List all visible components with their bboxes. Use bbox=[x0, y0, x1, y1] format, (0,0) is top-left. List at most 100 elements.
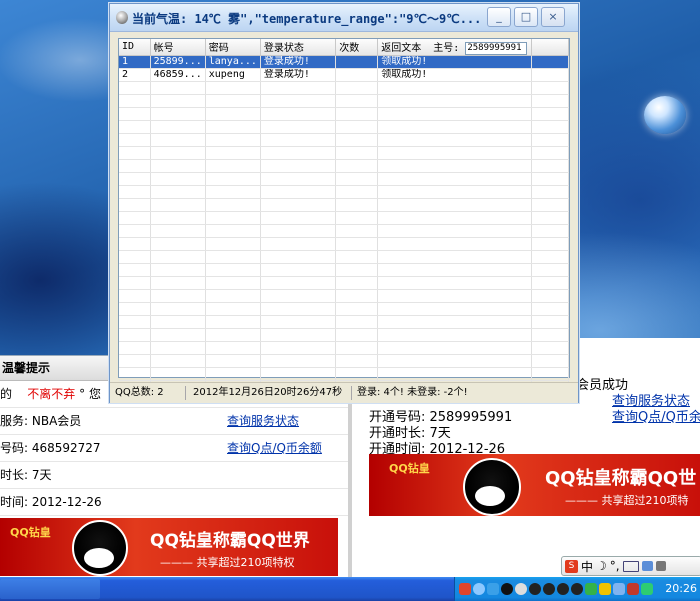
window-divider bbox=[348, 398, 352, 578]
qq-diamond-banner-left[interactable]: QQ钻皇 QQ钻皇称霸QQ世界 ——— 共享超过210项特权 bbox=[0, 518, 338, 576]
shield-tray-icon[interactable] bbox=[599, 583, 611, 595]
duration-text: 时长: 7天 bbox=[0, 468, 52, 482]
ime-chinese-mode[interactable]: 中 bbox=[581, 558, 593, 575]
sogou-icon[interactable]: S bbox=[565, 559, 578, 573]
empty-cell bbox=[205, 367, 261, 381]
table-row[interactable]: 2 46859... xupeng 登录成功! 领取成功! bbox=[119, 68, 569, 82]
qq-penguin-icon-1[interactable] bbox=[501, 583, 513, 595]
empty-cell bbox=[260, 94, 337, 108]
table-row[interactable]: 1 25899... lanya... 登录成功! 领取成功! bbox=[119, 55, 569, 69]
empty-cell bbox=[150, 146, 206, 160]
empty-table-row bbox=[119, 315, 569, 329]
empty-cell bbox=[377, 315, 533, 329]
empty-cell bbox=[150, 198, 206, 212]
query-balance-link-right[interactable]: 查询Q点/Q币余 bbox=[612, 406, 700, 425]
sogou-tray-icon[interactable] bbox=[459, 583, 471, 595]
empty-table-row bbox=[119, 237, 569, 251]
empty-table-row bbox=[119, 289, 569, 303]
empty-cell bbox=[531, 94, 569, 108]
account-grid[interactable]: ID 帐号 密码 登录状态 次数 返回文本 主号: 1 25899... la bbox=[118, 38, 570, 394]
qq-penguin-icon-4[interactable] bbox=[557, 583, 569, 595]
keyboard-icon[interactable] bbox=[622, 560, 639, 572]
empty-cell bbox=[205, 237, 261, 251]
antivirus-tray-icon[interactable] bbox=[641, 583, 653, 595]
empty-cell bbox=[205, 185, 261, 199]
shirt-icon[interactable] bbox=[641, 561, 653, 571]
qq-penguin-icon-5[interactable] bbox=[571, 583, 583, 595]
taskbar-window-button[interactable] bbox=[0, 579, 100, 599]
main-account-input[interactable] bbox=[465, 41, 528, 55]
empty-table-row bbox=[119, 133, 569, 147]
empty-cell bbox=[205, 341, 261, 355]
empty-cell bbox=[377, 94, 533, 108]
wrench-icon[interactable] bbox=[655, 561, 666, 571]
empty-cell bbox=[260, 341, 337, 355]
empty-cell bbox=[205, 289, 261, 303]
empty-cell bbox=[377, 120, 533, 134]
column-header-login-status[interactable]: 登录状态 bbox=[260, 39, 337, 56]
empty-cell bbox=[260, 250, 337, 264]
empty-cell bbox=[150, 133, 206, 147]
empty-cell bbox=[335, 315, 379, 329]
monitor-tray-icon[interactable] bbox=[613, 583, 625, 595]
return-text-label: 返回文本 bbox=[381, 43, 422, 54]
minimize-button[interactable]: _ bbox=[487, 7, 511, 27]
empty-cell bbox=[531, 198, 569, 212]
empty-cell bbox=[335, 146, 379, 160]
query-balance-link[interactable]: 查询Q点/Q币余额 bbox=[227, 435, 322, 461]
expand-tray-icon[interactable] bbox=[473, 583, 485, 595]
empty-cell bbox=[119, 172, 151, 186]
status-bar: QQ总数: 2 2012年12月26日20时26分47秒 登录: 4个! 未登录… bbox=[110, 382, 578, 403]
empty-cell bbox=[119, 107, 151, 121]
maximize-button[interactable]: □ bbox=[514, 7, 538, 27]
ime-toolbar[interactable]: S 中 ☽ °, bbox=[561, 556, 700, 576]
penguin-icon-right bbox=[463, 458, 521, 516]
qq-penguin-icon-2[interactable] bbox=[529, 583, 541, 595]
empty-cell bbox=[531, 146, 569, 160]
security-tray-icon[interactable] bbox=[585, 583, 597, 595]
empty-cell bbox=[119, 94, 151, 108]
qq-diamond-banner-right[interactable]: QQ钻皇 QQ钻皇称霸QQ世 ——— 共享超过210项特 bbox=[369, 454, 700, 516]
clock-tray-icon[interactable] bbox=[515, 583, 527, 595]
cell-account: 25899... bbox=[150, 55, 206, 69]
empty-cell bbox=[205, 198, 261, 212]
empty-cell bbox=[150, 120, 206, 134]
column-header-id[interactable]: ID bbox=[119, 39, 151, 56]
empty-cell bbox=[150, 250, 206, 264]
empty-cell bbox=[205, 211, 261, 225]
banner-title-right: QQ钻皇称霸QQ世 bbox=[545, 468, 697, 489]
close-button[interactable]: × bbox=[541, 7, 565, 27]
column-header-account[interactable]: 帐号 bbox=[150, 39, 206, 56]
cell-extra bbox=[531, 68, 569, 82]
network-icon[interactable] bbox=[487, 583, 499, 595]
status-total: QQ总数: 2 bbox=[112, 386, 186, 400]
empty-cell bbox=[205, 328, 261, 342]
moon-icon[interactable]: ☽ bbox=[596, 559, 607, 573]
empty-cell bbox=[335, 237, 379, 251]
account-table: ID 帐号 密码 登录状态 次数 返回文本 主号: 1 25899... la bbox=[119, 39, 569, 394]
empty-cell bbox=[119, 289, 151, 303]
empty-cell bbox=[335, 302, 379, 316]
qq-penguin-icon-3[interactable] bbox=[543, 583, 555, 595]
empty-cell bbox=[377, 107, 533, 121]
empty-cell bbox=[119, 159, 151, 173]
empty-table-row bbox=[119, 328, 569, 342]
column-header-return-text[interactable]: 返回文本 主号: bbox=[377, 39, 533, 56]
empty-cell bbox=[150, 341, 206, 355]
empty-cell bbox=[531, 263, 569, 277]
window-titlebar[interactable]: 当前气温: 14℃ 雾","temperature_range":"9℃～9℃.… bbox=[110, 4, 578, 32]
column-header-password[interactable]: 密码 bbox=[205, 39, 261, 56]
column-header-count[interactable]: 次数 bbox=[335, 39, 379, 56]
query-service-link[interactable]: 查询服务状态 bbox=[227, 408, 299, 434]
empty-cell bbox=[260, 81, 337, 95]
volume-tray-icon[interactable] bbox=[627, 583, 639, 595]
punctuation-icon[interactable]: °, bbox=[610, 559, 620, 573]
empty-cell bbox=[377, 133, 533, 147]
empty-cell bbox=[260, 289, 337, 303]
empty-table-row bbox=[119, 276, 569, 290]
empty-cell bbox=[205, 107, 261, 121]
taskbar-clock[interactable]: 20:26 bbox=[665, 582, 697, 595]
app-icon bbox=[116, 11, 128, 24]
empty-table-row bbox=[119, 94, 569, 108]
cell-id: 1 bbox=[119, 55, 151, 69]
